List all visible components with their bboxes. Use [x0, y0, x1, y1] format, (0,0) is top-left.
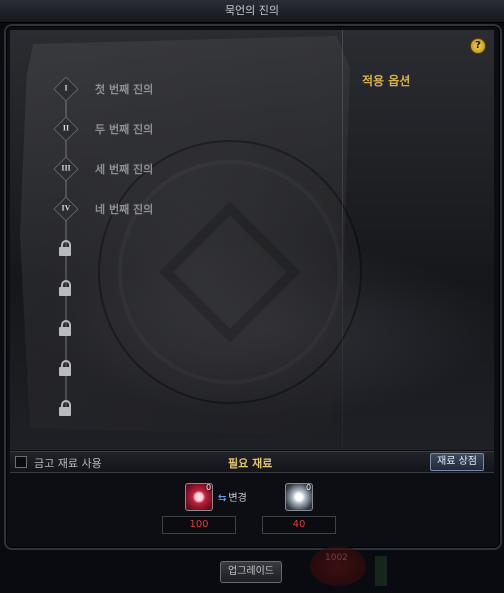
- lock-icon: [58, 360, 72, 376]
- help-icon[interactable]: ?: [470, 38, 486, 54]
- material-count: 0: [206, 483, 212, 492]
- swap-arrows-icon: ⇆: [218, 493, 227, 504]
- background-game-element: [375, 556, 387, 586]
- truth-step-3[interactable]: III 세 번째 진의: [53, 156, 355, 182]
- roman-numeral-badge: III: [53, 156, 79, 182]
- lock-icon: [58, 320, 72, 336]
- lock-icon: [58, 240, 72, 256]
- change-label: 변경: [228, 493, 247, 504]
- step-label: 네 번째 진의: [95, 203, 154, 216]
- materials-bar: 금고 재료 사용 필요 재료 재료 상점: [10, 451, 494, 473]
- step-label: 첫 번째 진의: [95, 83, 154, 96]
- storage-materials-label: 금고 재료 사용: [34, 457, 102, 470]
- window-title-bar[interactable]: 묵언의 진의: [0, 0, 504, 23]
- step-label: 두 번째 진의: [95, 123, 154, 136]
- truth-step-1[interactable]: I 첫 번째 진의: [53, 76, 355, 102]
- truth-step-2[interactable]: II 두 번째 진의: [53, 116, 355, 142]
- step-label: 세 번째 진의: [95, 163, 154, 176]
- lock-icon: [58, 400, 72, 416]
- window-title: 묵언의 진의: [224, 4, 280, 17]
- roman-numeral-badge: I: [53, 76, 79, 102]
- truth-step-4[interactable]: IV 네 번째 진의: [53, 196, 355, 222]
- applied-options-title: 적용 옵션: [362, 74, 411, 88]
- storage-materials-checkbox[interactable]: [15, 456, 27, 468]
- upgrade-button[interactable]: 업그레이드: [220, 561, 282, 583]
- change-material-button[interactable]: ⇆ 변경: [218, 489, 247, 504]
- material-required-amount: 40: [262, 516, 336, 534]
- roman-numeral-badge: II: [53, 116, 79, 142]
- material-shop-button[interactable]: 재료 상점: [430, 453, 484, 471]
- material-count: 0: [306, 483, 312, 492]
- background-game-text: 1002: [325, 553, 348, 563]
- engraved-medallion-decoration: [98, 140, 362, 404]
- background-game-element: [310, 546, 366, 586]
- roman-numeral-badge: IV: [53, 196, 79, 222]
- material-required-amount: 100: [162, 516, 236, 534]
- required-materials-title: 필요 재료: [228, 457, 273, 470]
- lock-icon: [58, 280, 72, 296]
